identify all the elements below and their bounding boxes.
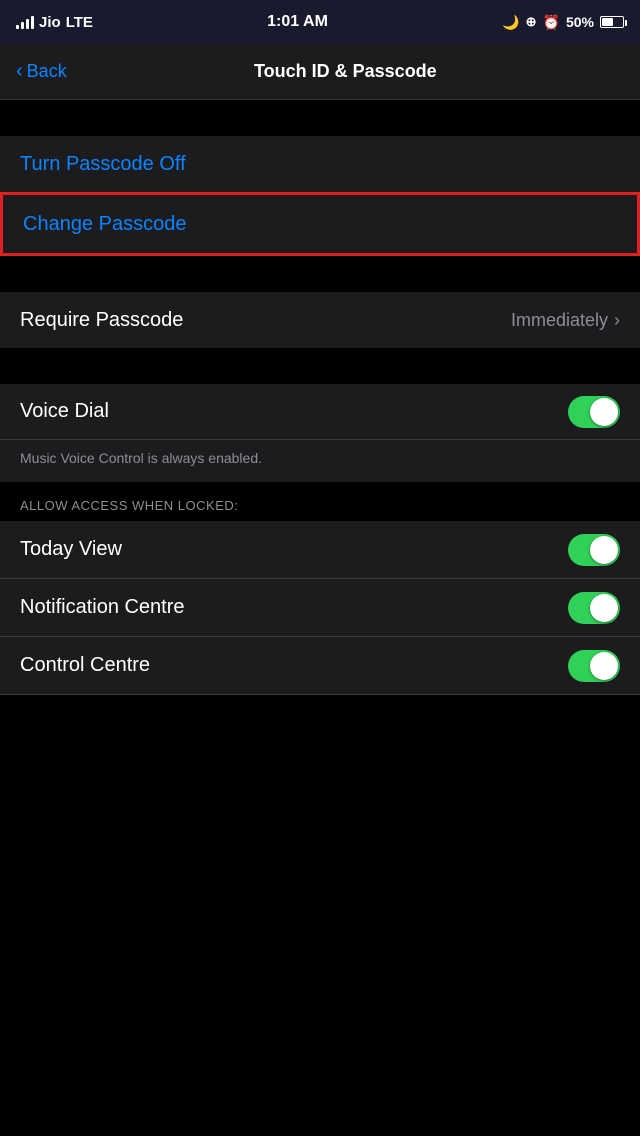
voice-dial-label: Voice Dial	[20, 400, 109, 423]
voice-dial-group: Voice Dial Music Voice Control is always…	[0, 384, 640, 482]
notification-centre-toggle[interactable]	[568, 592, 620, 624]
toggle-knob	[590, 398, 618, 426]
alarm-icon: ⏰	[543, 14, 560, 31]
moon-icon: 🌙	[502, 14, 519, 31]
chevron-right-icon: ›	[614, 310, 620, 331]
require-value: Immediately	[511, 310, 608, 331]
today-view-row: Today View	[0, 521, 640, 579]
today-view-toggle[interactable]	[568, 534, 620, 566]
require-passcode-label: Require Passcode	[20, 309, 183, 332]
nav-bar: ‹ Back Touch ID & Passcode	[0, 44, 640, 100]
passcode-group: Turn Passcode Off	[0, 136, 640, 192]
notification-toggle-knob	[590, 594, 618, 622]
today-toggle-knob	[590, 536, 618, 564]
signal-bars	[16, 15, 34, 29]
back-chevron-icon: ‹	[16, 60, 23, 83]
status-bar: Jio LTE 1:01 AM 🌙 ⊕ ⏰ 50%	[0, 0, 640, 44]
voice-dial-row: Voice Dial	[0, 384, 640, 440]
mid-spacer	[0, 256, 640, 292]
today-view-label: Today View	[20, 538, 122, 561]
status-left: Jio LTE	[16, 14, 93, 31]
require-passcode-row[interactable]: Require Passcode Immediately ›	[0, 292, 640, 348]
change-passcode-row[interactable]: Change Passcode	[0, 192, 640, 256]
notification-centre-row: Notification Centre	[0, 579, 640, 637]
require-right: Immediately ›	[511, 310, 620, 331]
require-passcode-group: Require Passcode Immediately ›	[0, 292, 640, 348]
spacer2	[0, 348, 640, 384]
turn-passcode-off-label: Turn Passcode Off	[20, 153, 186, 176]
control-centre-row: Control Centre	[0, 637, 640, 695]
music-note-text: Music Voice Control is always enabled.	[0, 440, 640, 482]
battery-label: 50%	[566, 14, 594, 30]
time-label: 1:01 AM	[267, 13, 328, 31]
lock-icon: ⊕	[526, 14, 537, 30]
carrier-label: Jio	[39, 14, 61, 31]
control-toggle-knob	[590, 652, 618, 680]
top-spacer	[0, 100, 640, 136]
page-title: Touch ID & Passcode	[67, 61, 624, 82]
battery-icon	[600, 16, 624, 28]
change-passcode-label: Change Passcode	[23, 213, 186, 236]
notification-centre-label: Notification Centre	[20, 596, 185, 619]
allow-access-group: Today View Notification Centre Control C…	[0, 521, 640, 695]
voice-dial-toggle[interactable]	[568, 396, 620, 428]
network-label: LTE	[66, 14, 93, 31]
back-button[interactable]: ‹ Back	[16, 60, 67, 83]
status-right: 🌙 ⊕ ⏰ 50%	[502, 14, 624, 31]
back-label: Back	[27, 61, 67, 82]
control-centre-toggle[interactable]	[568, 650, 620, 682]
allow-access-header: ALLOW ACCESS WHEN LOCKED:	[0, 482, 640, 521]
turn-passcode-off-row[interactable]: Turn Passcode Off	[0, 136, 640, 192]
control-centre-label: Control Centre	[20, 654, 150, 677]
